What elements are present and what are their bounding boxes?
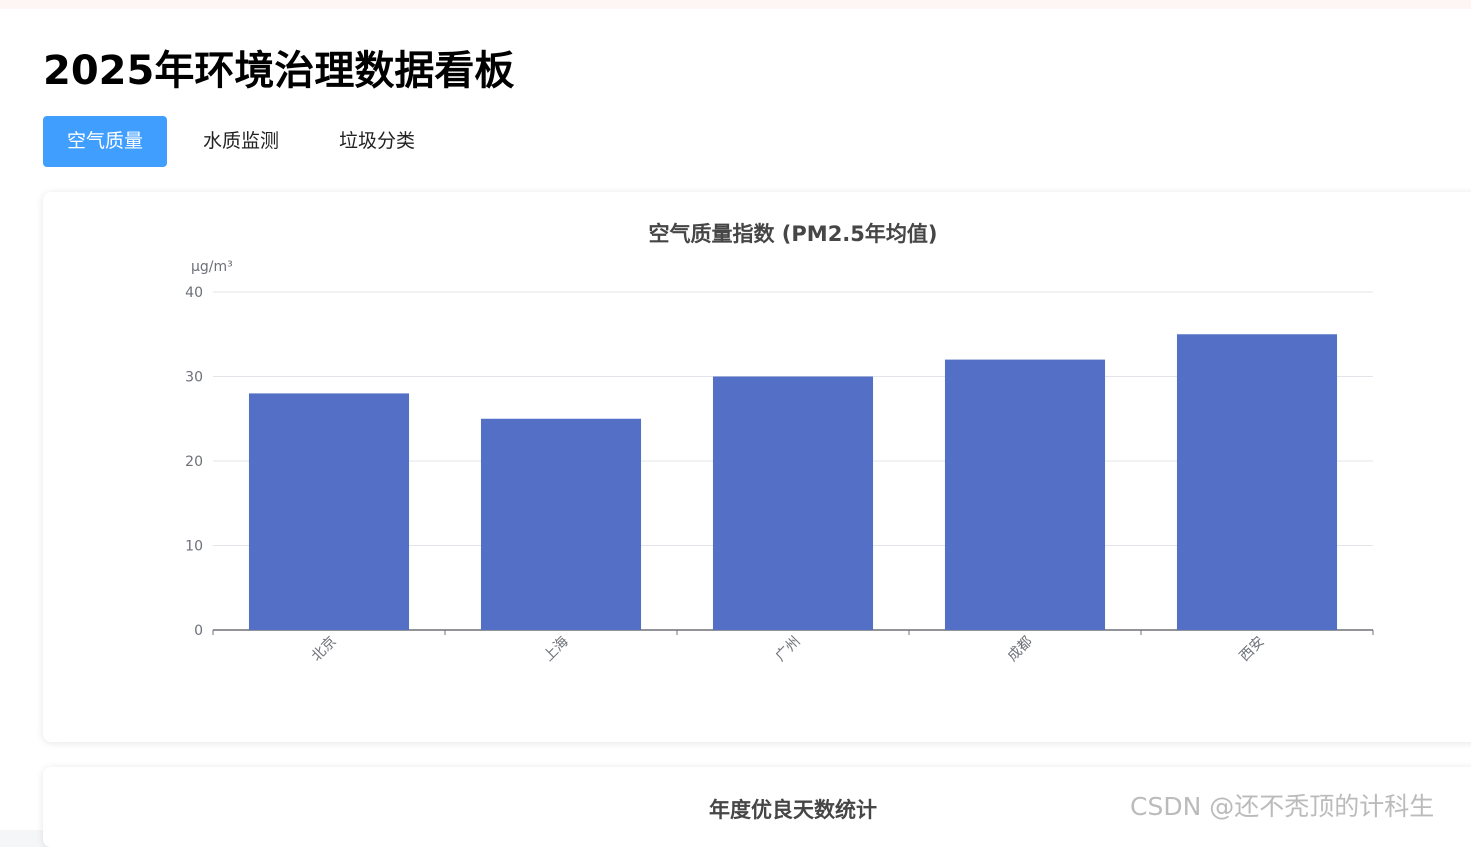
y-tick-label: 0	[194, 623, 203, 639]
y-tick-label: 40	[185, 285, 203, 301]
x-tick-label: 上海	[541, 634, 572, 665]
bar-1	[248, 393, 410, 630]
bar-2	[480, 418, 642, 630]
x-tick-label: 西安	[1237, 634, 1268, 665]
bar-4	[944, 359, 1106, 630]
pm25-bar-chart: 0 10 20 30 40 μg/m³ 北京 上海 广州 成都 西安	[185, 259, 1374, 665]
tab-waste-sorting[interactable]: 垃圾分类	[315, 116, 439, 167]
y-axis-label: μg/m³	[191, 259, 233, 275]
y-tick-label: 10	[185, 539, 203, 555]
x-tick-label: 成都	[1005, 634, 1036, 665]
top-band	[0, 0, 1471, 9]
page-title: 2025年环境治理数据看板	[43, 48, 515, 94]
tab-air-quality[interactable]: 空气质量	[43, 116, 168, 167]
air-quality-chart-card: 空气质量指数 (PM2.5年均值) 0 10 20 30 40 μg/m³ 北京 上海 广州 成都…	[43, 192, 1471, 742]
bar-3	[712, 376, 874, 630]
csdn-watermark: CSDN @还不秃顶的计科生	[1130, 792, 1435, 821]
tab-bar: 空气质量 水质监测 垃圾分类	[43, 116, 451, 167]
x-tick-label: 广州	[773, 634, 804, 665]
bar-5	[1176, 334, 1338, 630]
y-tick-label: 30	[185, 370, 203, 386]
y-tick-label: 20	[185, 454, 203, 470]
tab-water-quality[interactable]: 水质监测	[179, 116, 303, 167]
x-tick-label: 北京	[309, 634, 340, 665]
